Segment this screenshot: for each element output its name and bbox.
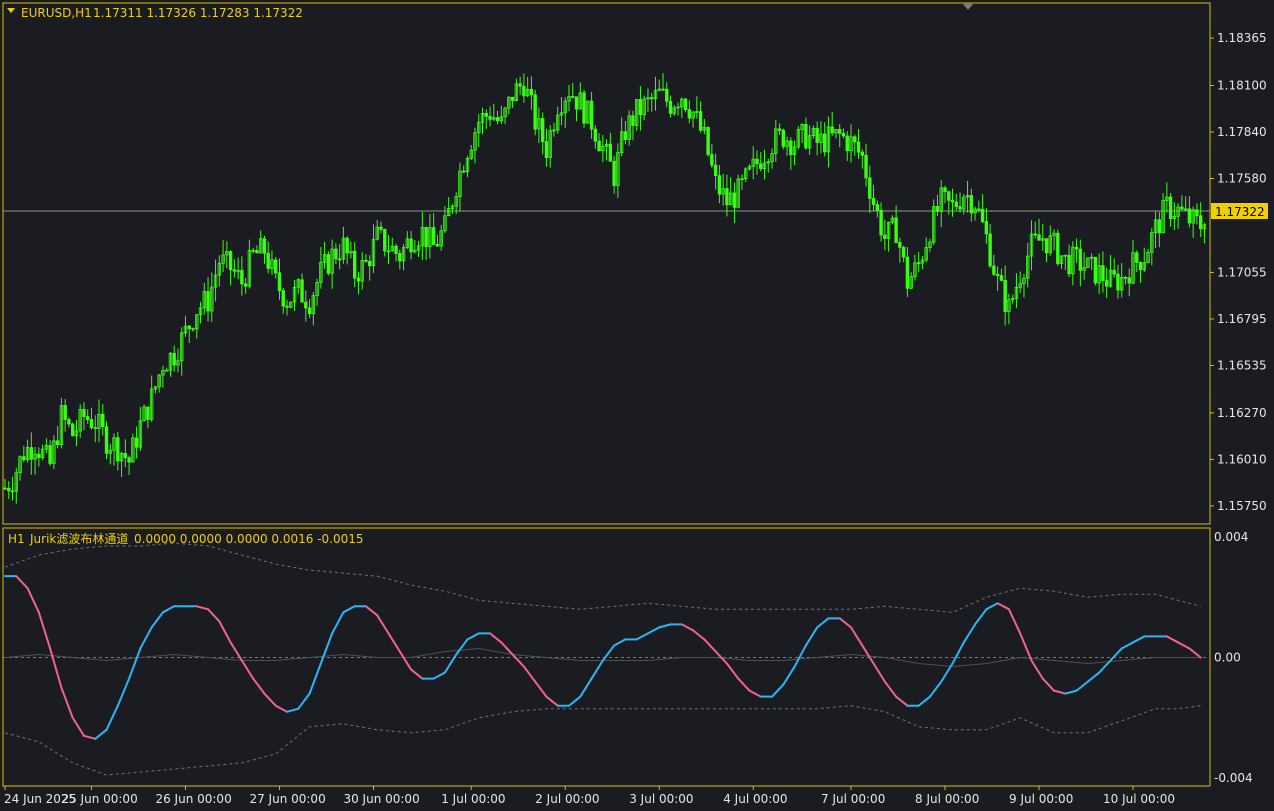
candle [706, 126, 710, 157]
indicator-values: 0.0000 0.0000 0.0000 0.0016 -0.0015 [134, 532, 364, 546]
time-tick-label: 3 Jul 00:00 [629, 792, 693, 806]
indicator-tick-label: -0.004 [1214, 771, 1253, 785]
price-tick-label: 1.16010 [1217, 452, 1267, 466]
candle [59, 397, 64, 449]
price-tick-label: 1.17840 [1217, 125, 1267, 139]
price-tick-label: 1.16795 [1217, 312, 1267, 326]
price-tick-label: 1.16535 [1217, 358, 1267, 372]
candle [1086, 257, 1090, 269]
candle [1056, 229, 1060, 267]
candle [142, 404, 146, 422]
indicator-tick-label: 0.00 [1214, 651, 1241, 665]
candle [796, 126, 801, 150]
time-tick-label: 8 Jul 00:00 [915, 792, 979, 806]
candle [932, 199, 936, 246]
price-tick-label: 1.17055 [1217, 265, 1267, 279]
time-tick-label: 25 Jun 00:00 [61, 792, 137, 806]
time-tick-label: 4 Jul 00:00 [723, 792, 787, 806]
time-tick-label: 7 Jul 00:00 [821, 792, 885, 806]
time-tick-label: 2 Jul 00:00 [535, 792, 599, 806]
price-tick-label: 1.18100 [1217, 79, 1267, 93]
candle [586, 100, 590, 124]
candle [533, 89, 537, 136]
price-tick-label: 1.18365 [1217, 31, 1267, 45]
indicator-timeframe: H1 [8, 532, 25, 546]
time-tick-label: 27 Jun 00:00 [249, 792, 325, 806]
symbol-label: EURUSD,H1 [21, 6, 92, 20]
current-price-label: 1.17322 [1215, 205, 1265, 219]
candle [1093, 256, 1098, 286]
candle [781, 128, 786, 150]
current-price-tag: 1.17322 [1211, 203, 1268, 219]
time-tick-label: 30 Jun 00:00 [343, 792, 419, 806]
candle [70, 422, 75, 437]
time-tick-label: 10 Jul 00:00 [1103, 792, 1175, 806]
indicator-tick-label: 0.004 [1214, 530, 1248, 544]
trading-chart-window: 1.18365 1.18100 1.17840 1.17580 1.17055 1.167… [0, 0, 1274, 811]
indicator-name: Jurik滤波布林通道 [29, 532, 128, 546]
candle [736, 174, 740, 209]
price-tick-label: 1.15750 [1217, 499, 1267, 513]
time-tick-label: 1 Jul 00:00 [441, 792, 505, 806]
candle [326, 251, 331, 276]
candle [104, 421, 109, 460]
time-tick-label: 9 Jul 00:00 [1009, 792, 1073, 806]
candle [582, 89, 586, 128]
candle [289, 301, 293, 309]
time-tick-label: 26 Jun 00:00 [155, 792, 231, 806]
candle [131, 433, 135, 463]
price-tick-label: 1.16270 [1217, 406, 1267, 420]
ohlc-values: 1.17311 1.17326 1.17283 1.17322 [93, 6, 303, 20]
price-tick-label: 1.17580 [1217, 172, 1267, 186]
